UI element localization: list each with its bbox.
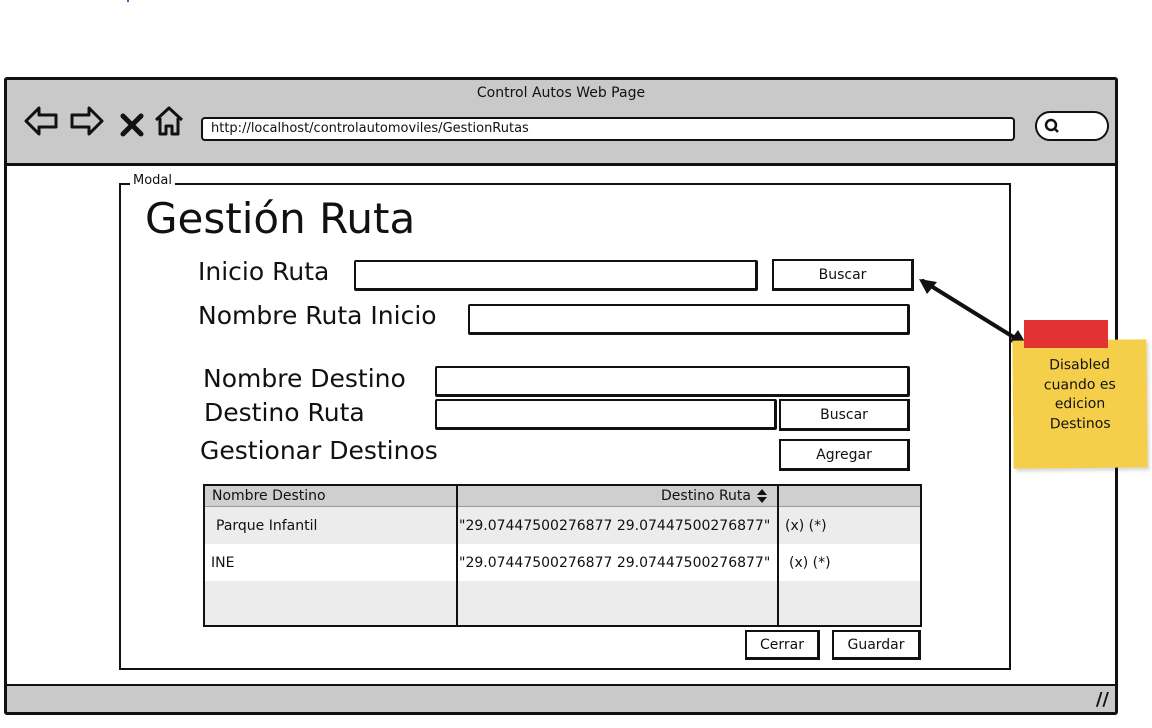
status-bar: //	[7, 684, 1115, 712]
nombre-destino-input[interactable]	[435, 366, 910, 397]
row-destino: "29.07447500276877 29.07447500276877"	[459, 517, 771, 534]
note-tape	[1024, 320, 1108, 348]
nombre-destino-label: Nombre Destino	[203, 364, 406, 393]
column-divider	[777, 486, 779, 625]
search-box[interactable]	[1035, 111, 1109, 141]
row-destino: "29.07447500276877 29.07447500276877"	[459, 554, 771, 571]
inicio-ruta-label: Inicio Ruta	[198, 257, 330, 286]
page-title: Gestión Ruta	[145, 194, 416, 243]
row-nombre: Parque Infantil	[216, 517, 318, 534]
window-title: Control Autos Web Page	[476, 85, 646, 101]
destinos-table: Nombre Destino Destino Ruta Parque Infan…	[203, 484, 922, 627]
note-line: cuando es	[1043, 376, 1116, 393]
guardar-button[interactable]: Guardar	[832, 630, 921, 660]
forward-arrow-icon[interactable]	[69, 104, 105, 138]
table-row-empty	[205, 581, 920, 625]
search-icon	[1044, 118, 1059, 133]
note-line: Disabled	[1049, 356, 1111, 374]
buscar-inicio-button[interactable]: Buscar	[772, 259, 914, 291]
browser-chrome: Control Autos Web Page http://localhost/…	[7, 80, 1115, 166]
nombre-ruta-inicio-input[interactable]	[468, 304, 910, 335]
sort-updown-icon[interactable]	[755, 488, 769, 504]
buscar-destino-button[interactable]: Buscar	[779, 399, 910, 431]
column-header-destino[interactable]: Destino Ruta	[459, 486, 769, 506]
sticky-note: Disabled cuando es edicion Destinos	[1012, 339, 1148, 469]
table-row[interactable]: INE "29.07447500276877 29.07447500276877…	[205, 544, 920, 581]
column-header-destino-label: Destino Ruta	[661, 488, 751, 504]
url-bar[interactable]: http://localhost/controlautomoviles/Gest…	[201, 117, 1015, 141]
modal-legend: Modal	[130, 173, 175, 188]
row-actions[interactable]: (x) (*)	[785, 507, 827, 544]
cerrar-button[interactable]: Cerrar	[745, 630, 820, 660]
stray-dot	[127, 0, 129, 2]
row-nombre: INE	[211, 554, 235, 571]
close-x-icon[interactable]	[119, 108, 145, 142]
note-line: Destinos	[1049, 415, 1111, 432]
gestionar-destinos-label: Gestionar Destinos	[200, 436, 438, 465]
destino-ruta-input[interactable]	[435, 399, 777, 430]
back-arrow-icon[interactable]	[23, 104, 59, 138]
home-icon[interactable]	[152, 104, 186, 138]
row-actions[interactable]: (x) (*)	[789, 544, 831, 581]
agregar-button[interactable]: Agregar	[779, 439, 910, 471]
resize-grip-icon[interactable]: //	[1096, 689, 1109, 710]
table-header: Nombre Destino Destino Ruta	[205, 486, 920, 507]
column-header-nombre[interactable]: Nombre Destino	[212, 486, 452, 506]
inicio-ruta-input[interactable]	[354, 260, 758, 291]
destino-ruta-label: Destino Ruta	[204, 398, 365, 427]
note-line: edicion	[1054, 395, 1106, 413]
table-row[interactable]: Parque Infantil "29.07447500276877 29.07…	[205, 507, 920, 544]
column-divider	[456, 486, 458, 625]
nombre-ruta-inicio-label: Nombre Ruta Inicio	[198, 301, 437, 330]
